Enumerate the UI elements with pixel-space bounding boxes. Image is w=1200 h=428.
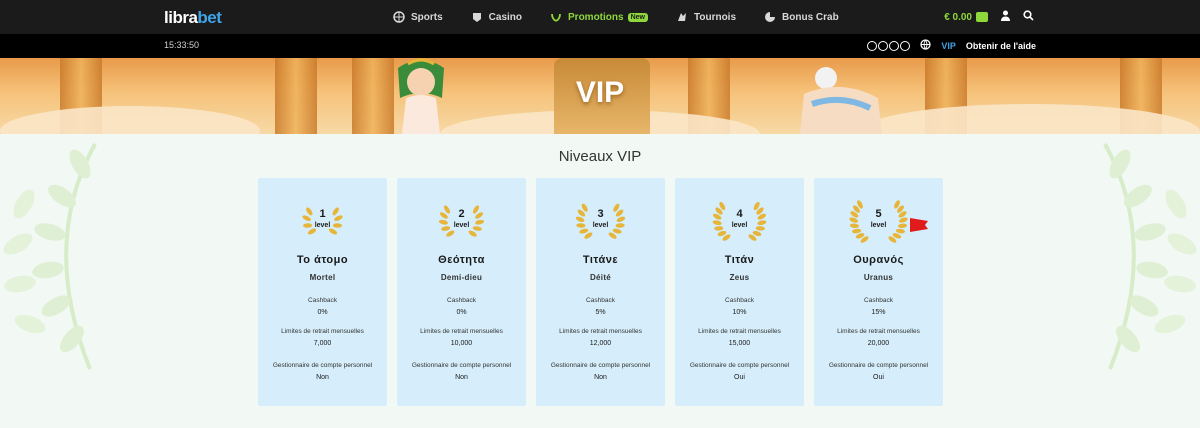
account-area: € 0.00 [944,0,1034,34]
withdrawal-value: 12,000 [589,340,612,347]
manager-label: Gestionnaire de compte personnel [828,362,929,369]
nav-item-bonus-crab[interactable]: Bonus Crab [764,11,839,23]
level-number: 4 [736,208,743,220]
utility-links: VIP Obtenir de l'aide [867,34,1036,58]
level-name: Uranus [863,273,894,282]
vip-level-card: 2 level Θεότητα Demi-dieu Cashback 0% Li… [397,178,526,406]
laurel-leaf [852,228,862,234]
librabet-logo[interactable]: librabet [164,8,222,28]
withdrawal-label: Limites de retrait mensuelles [698,328,781,335]
withdrawal-label: Limites de retrait mensuelles [281,328,364,335]
manager-label: Gestionnaire de compte personnel [689,362,790,369]
level-name: Déité [589,273,612,282]
manager-label: Gestionnaire de compte personnel [411,362,512,369]
main-menu: Sports Casino Promotions New Tournois Bo… [393,0,867,34]
language-globe-icon[interactable] [920,37,931,55]
manager-value: Non [455,374,468,381]
search-icon[interactable] [1023,8,1034,26]
vip-level-card: 3 level Τιτάνε Déité Cashback 5% Limites… [536,178,665,406]
cashback-label: Cashback [725,297,754,304]
laurel-leaf [468,230,477,237]
cashback-label: Cashback [586,297,615,304]
cashback-value: 0% [456,309,467,316]
sports-ball-icon [393,11,405,23]
cashback-value: 15% [871,309,886,316]
cashback-value: 10% [732,309,747,316]
section-title: Niveaux VIP [558,148,642,165]
clock: 15:33:50 [164,40,200,50]
promotions-laurel-icon [550,11,562,23]
help-link[interactable]: Obtenir de l'aide [966,41,1036,51]
banner-title: VIP [575,76,625,109]
vip-link[interactable]: VIP [941,41,956,51]
laurel-leaf [446,230,455,237]
vip-level-card: 1 level Το άτομο Mortel Cashback 0% Limi… [258,178,387,406]
level-greek-name: Τιτάν [724,254,755,266]
cashback-value: 5% [595,309,606,316]
vip-levels-section: Niveaux VIP 1 level Το άτομο Mortel Cash… [0,134,1200,428]
level-greek-name: Το άτομο [296,254,349,266]
level-greek-name: Θεότητα [438,254,485,266]
casino-chip-icon [471,11,483,23]
laurel-decoration-left [3,143,97,370]
wallet-icon [976,12,988,22]
manager-label: Gestionnaire de compte personnel [272,362,373,369]
balance-button[interactable]: € 0.00 [944,12,988,23]
manager-value: Oui [873,374,884,381]
level-number: 1 [319,208,326,220]
laurel-decoration-right [1103,143,1197,370]
level-name: Zeus [729,273,750,282]
level-number: 2 [458,208,465,220]
crypto-icons [867,41,911,51]
cashback-label: Cashback [864,297,893,304]
withdrawal-value: 10,000 [450,340,473,347]
withdrawal-label: Limites de retrait mensuelles [420,328,503,335]
level-label: level [731,222,748,229]
vip-level-card: 4 level Τιτάν Zeus Cashback 10% Limites … [675,178,804,406]
laurel-leaf [895,228,905,234]
withdrawal-label: Limites de retrait mensuelles [837,328,920,335]
dollar-coin-icon [878,41,889,51]
level-label: level [453,222,470,229]
level-name: Mortel [309,273,336,282]
vip-level-card: 5 level Ουρανός Uranus Cashback 15% Limi… [814,178,943,406]
nav-item-promotions[interactable]: Promotions New [550,11,648,23]
manager-value: Non [594,374,607,381]
top-navigation: librabet Sports Casino Promotions New To… [0,0,1200,34]
ripple-icon [889,41,900,51]
level-label: level [592,222,609,229]
manager-label: Gestionnaire de compte personnel [550,362,651,369]
litecoin-icon [867,41,878,51]
utility-bar: 15:33:50 VIP Obtenir de l'aide [0,34,1200,58]
nav-item-sports[interactable]: Sports [393,11,443,23]
user-icon[interactable] [1000,8,1011,26]
nav-item-tournois[interactable]: Tournois [676,11,736,23]
vip-banner: VIP [0,58,1200,134]
red-flag-icon [910,218,928,232]
level-greek-name: Τιτάνε [582,254,619,266]
withdrawal-value: 15,000 [728,340,751,347]
manager-value: Oui [734,374,745,381]
tournament-icon [676,11,688,23]
manager-value: Non [316,374,329,381]
vip-level-cards: 1 level Το άτομο Mortel Cashback 0% Limi… [258,178,943,406]
level-label: level [314,222,331,229]
balance-amount: € 0.00 [944,11,972,23]
banner-cloud [0,106,260,134]
level-number: 3 [597,208,604,220]
withdrawal-value: 7,000 [313,340,332,347]
cashback-label: Cashback [447,297,476,304]
cashback-label: Cashback [308,297,337,304]
crab-claw-icon [764,11,776,23]
withdrawal-value: 20,000 [867,340,890,347]
nav-item-casino[interactable]: Casino [471,11,522,23]
bitcoin-icon [900,41,911,51]
new-badge: New [627,12,648,22]
level-greek-name: Ουρανός [853,254,904,266]
level-name: Demi-dieu [440,273,483,282]
cashback-value: 0% [317,309,328,316]
withdrawal-label: Limites de retrait mensuelles [559,328,642,335]
